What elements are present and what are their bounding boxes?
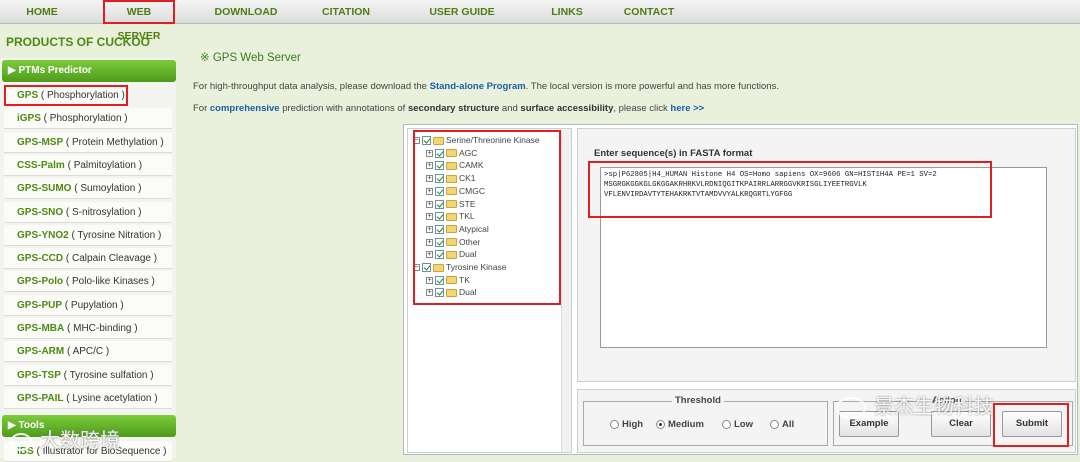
- threshold-label: Threshold: [672, 395, 724, 406]
- comprehensive-link[interactable]: comprehensive: [210, 103, 280, 114]
- section-ptms-label: PTMs Predictor: [18, 65, 92, 76]
- sidebar: ▶ PTMs Predictor GPS ( Phosphorylation )…: [0, 58, 176, 462]
- sidebar-item-desc: Palmitoylation: [73, 159, 136, 171]
- tree-scrollbar[interactable]: [561, 129, 571, 452]
- here-link[interactable]: here >>: [670, 103, 704, 114]
- threshold-low-radio[interactable]: Low: [722, 419, 753, 430]
- download-paragraph: For high-throughput data analysis, pleas…: [193, 81, 779, 92]
- para-text: For: [193, 103, 210, 114]
- sidebar-item-name: GPS-CCD: [17, 253, 64, 265]
- sidebar-item-desc: Sumoylation: [80, 183, 136, 195]
- sidebar-item-desc: Phosphorylation: [49, 113, 122, 125]
- sidebar-item-gps-polo[interactable]: GPS-Polo ( Polo-like Kinases ): [4, 271, 172, 293]
- wechat-icon: [836, 396, 866, 419]
- radio-dot: [610, 420, 619, 429]
- threshold-all-radio[interactable]: All: [770, 419, 794, 430]
- sidebar-item-desc: Lysine acetylation: [72, 392, 152, 404]
- sidebar-item-name: GPS-ARM: [17, 346, 65, 358]
- kinase-tree: − Serine/Threonine Kinase + AGC + CAMK + CK1 + CM…: [407, 128, 572, 453]
- highlight-box: [588, 161, 992, 218]
- nav-home[interactable]: HOME: [20, 0, 64, 24]
- watermark-text: 景杰生物科技: [874, 394, 994, 418]
- triangle-right-icon: ▶: [8, 65, 19, 76]
- sidebar-item-desc: Protein Methylation: [72, 136, 158, 148]
- sidebar-item-name: GPS-PUP: [17, 299, 63, 311]
- sidebar-item-name: GPS-PAIL: [17, 392, 64, 404]
- surface-accessibility-text: surface accessibility: [520, 103, 614, 114]
- radio-label: Medium: [668, 419, 704, 430]
- sidebar-item-desc: Tyrosine Nitration: [77, 229, 156, 241]
- threshold-group: Threshold High Medium Low All: [583, 395, 828, 446]
- top-navigation: HOME WEB SERVER DOWNLOAD CITATION USER G…: [0, 0, 1080, 42]
- sidebar-item-desc: S-nitrosylation: [72, 206, 136, 218]
- sidebar-item-name: GPS-SUMO: [17, 183, 72, 195]
- watermark-left: 大数跨境: [10, 424, 120, 453]
- para-text: For high-throughput data analysis, pleas…: [193, 81, 430, 92]
- nav-user-guide[interactable]: USER GUIDE: [426, 0, 498, 24]
- threshold-medium-radio[interactable]: Medium: [656, 419, 704, 430]
- page-title: ※ GPS Web Server: [200, 52, 301, 64]
- sidebar-item-gps-yno2[interactable]: GPS-YNO2 ( Tyrosine Nitration ): [4, 224, 172, 246]
- sidebar-item-name: GPS-SNO: [17, 206, 64, 218]
- sidebar-item-css-palm[interactable]: CSS-Palm ( Palmitoylation ): [4, 154, 172, 176]
- sidebar-item-desc: Pupylation: [70, 299, 118, 311]
- watermark-text: 大数跨境: [40, 428, 120, 452]
- sidebar-item-desc: Polo-like Kinases: [72, 276, 149, 288]
- sequence-label: Enter sequence(s) in FASTA format: [594, 148, 753, 159]
- radio-dot: [656, 420, 665, 429]
- para-text: and: [499, 103, 521, 114]
- nav-citation[interactable]: CITATION: [318, 0, 374, 24]
- sidebar-item-gps-arm[interactable]: GPS-ARM ( APC/C ): [4, 341, 172, 363]
- sidebar-item-gps-ccd[interactable]: GPS-CCD ( Calpain Cleavage ): [4, 248, 172, 270]
- radio-label: All: [782, 419, 795, 430]
- nav-links[interactable]: LINKS: [548, 0, 586, 24]
- sidebar-item-desc: Calpain Cleavage: [72, 253, 151, 265]
- section-ptms-predictor[interactable]: ▶ PTMs Predictor: [2, 60, 176, 82]
- highlight-box: [413, 130, 561, 305]
- sidebar-item-desc: Tyrosine sulfation: [69, 369, 148, 381]
- sidebar-item-igps[interactable]: iGPS ( Phosphorylation ): [4, 108, 172, 130]
- sidebar-item-gps-sumo[interactable]: GPS-SUMO ( Sumoylation ): [4, 178, 172, 200]
- sidebar-item-gps-pup[interactable]: GPS-PUP ( Pupylation ): [4, 294, 172, 316]
- comprehensive-paragraph: For comprehensive prediction with annota…: [193, 103, 704, 114]
- sidebar-item-name: GPS-MSP: [17, 136, 64, 148]
- highlight-box: [993, 403, 1069, 447]
- sidebar-item-name: GPS-Polo: [17, 276, 64, 288]
- threshold-high-radio[interactable]: High: [610, 419, 643, 430]
- sequence-box: Enter sequence(s) in FASTA format >sp|P6…: [577, 128, 1076, 382]
- para-text: prediction with annotations of: [279, 103, 408, 114]
- sidebar-item-desc: Phosphorylation: [47, 90, 119, 101]
- radio-dot: [770, 420, 779, 429]
- sidebar-item-gps-pail[interactable]: GPS-PAIL ( Lysine acetylation ): [4, 387, 172, 409]
- sidebar-item-gps-mba[interactable]: GPS-MBA ( MHC-binding ): [4, 318, 172, 339]
- sidebar-item-name: GPS-YNO2: [17, 229, 69, 241]
- nav-download[interactable]: DOWNLOAD: [212, 0, 280, 24]
- sidebar-item-name: GPS-TSP: [17, 369, 61, 381]
- sidebar-item-name: GPS-MBA: [17, 323, 65, 334]
- sidebar-item-gps-tsp[interactable]: GPS-TSP ( Tyrosine sulfation ): [4, 364, 172, 386]
- brand-title: PRODUCTS OF CUCKOO: [6, 35, 150, 49]
- radio-dot: [722, 420, 731, 429]
- radio-label: High: [622, 419, 644, 430]
- standalone-program-link[interactable]: Stand-alone Program: [430, 81, 526, 92]
- sidebar-item-name: CSS-Palm: [17, 159, 65, 171]
- radio-label: Low: [734, 419, 753, 430]
- sidebar-item-gps[interactable]: GPS ( Phosphorylation ): [4, 85, 128, 106]
- sidebar-item-desc: MHC-binding: [73, 323, 132, 334]
- nav-web-server[interactable]: WEB SERVER: [103, 0, 175, 42]
- secondary-structure-text: secondary structure: [407, 103, 500, 114]
- sidebar-item-gps-sno[interactable]: GPS-SNO ( S-nitrosylation ): [4, 201, 172, 223]
- watermark-right: 景杰生物科技: [836, 390, 994, 419]
- sidebar-item-name: GPS: [17, 90, 39, 101]
- logo-icon: [10, 432, 32, 451]
- para-text: , please click: [613, 103, 671, 114]
- para-text: . The local version is more powerful and…: [525, 81, 779, 92]
- nav-contact[interactable]: CONTACT: [620, 0, 678, 24]
- sidebar-item-name: iGPS: [17, 113, 41, 125]
- sidebar-item-gps-msp[interactable]: GPS-MSP ( Protein Methylation ): [4, 131, 172, 153]
- sidebar-item-desc: APC/C: [72, 346, 104, 358]
